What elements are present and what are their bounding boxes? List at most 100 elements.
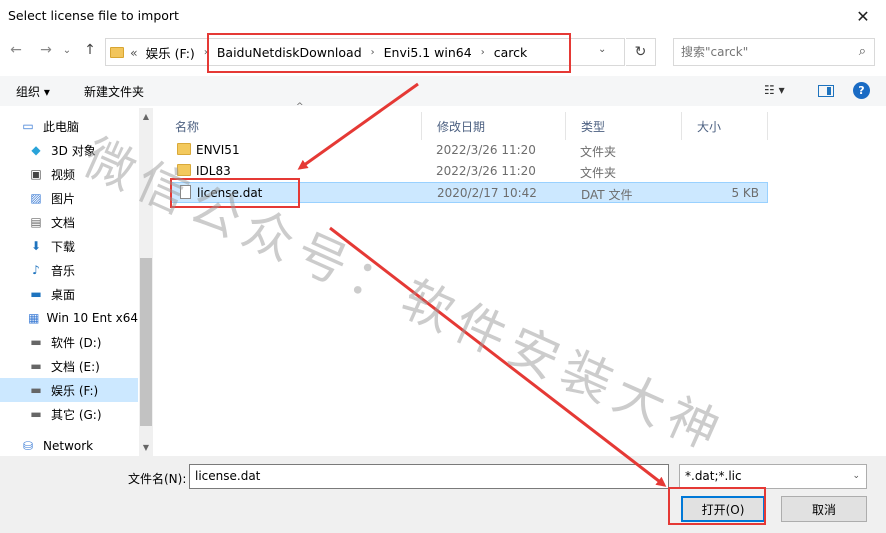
sidebar-item-label: Network <box>43 439 94 453</box>
downloads-icon: ⬇ <box>30 239 42 253</box>
column-header-name[interactable]: 名称 <box>160 112 422 140</box>
drive-g-icon: ▬ <box>30 407 42 421</box>
3d-objects-icon: ◆ <box>31 143 41 157</box>
scroll-up-icon[interactable]: ▲ <box>139 112 153 121</box>
file-row-envi51[interactable]: ENVI51 2022/3/26 11:20 文件夹 <box>171 140 768 161</box>
close-icon[interactable]: ✕ <box>840 0 886 33</box>
folder-icon <box>177 164 191 176</box>
sidebar-item-drive-d[interactable]: ▬ 软件 (D:) <box>0 330 138 354</box>
view-options-icon[interactable]: ☷ ▾ <box>764 83 785 97</box>
breadcrumb-item-0[interactable]: BaiduNetdiskDownload <box>217 45 362 60</box>
file-list-pane: ^ 名称 修改日期 类型 大小 ENVI51 2022/3/26 11:20 文… <box>160 102 886 456</box>
address-bar[interactable]: « 娱乐 (F:) › BaiduNetdiskDownload › Envi5… <box>105 38 625 66</box>
filename-label: 文件名(N): <box>128 472 187 486</box>
network-icon: ⛁ <box>22 439 34 453</box>
scrollbar-thumb[interactable] <box>140 258 152 426</box>
folder-icon <box>177 143 191 155</box>
sidebar-item-label: 软件 (D:) <box>51 335 102 350</box>
dialog-title: Select license file to import <box>8 8 179 23</box>
column-header-modified[interactable]: 修改日期 <box>422 112 566 140</box>
search-input[interactable] <box>674 39 844 65</box>
file-modified: 2020/2/17 10:42 <box>437 186 537 200</box>
sidebar-item-this-pc[interactable]: ▭ 此电脑 <box>0 114 138 138</box>
sidebar-item-label: 桌面 <box>51 287 76 302</box>
sidebar-item-music[interactable]: ♪ 音乐 <box>0 258 138 282</box>
refresh-icon[interactable]: ↻ <box>626 38 656 66</box>
dialog-footer: 文件名(N): license.dat *.dat;*.lic ⌄ 打开(O) … <box>0 456 886 533</box>
title-bar: Select license file to import ✕ <box>0 0 886 33</box>
file-modified: 2022/3/26 11:20 <box>436 164 536 178</box>
file-size: 5 KB <box>731 186 759 200</box>
file-row-idl83[interactable]: IDL83 2022/3/26 11:20 文件夹 <box>171 161 768 182</box>
column-header-label: 大小 <box>697 119 722 134</box>
sidebar-item-label: 娱乐 (F:) <box>51 383 99 398</box>
sidebar-item-label: 3D 对象 <box>51 143 96 158</box>
help-icon[interactable]: ? <box>853 82 870 99</box>
sidebar-item-3d-objects[interactable]: ◆ 3D 对象 <box>0 138 138 162</box>
scroll-down-icon[interactable]: ▼ <box>139 443 153 452</box>
new-folder-button[interactable]: 新建文件夹 <box>84 83 144 100</box>
sidebar-item-videos[interactable]: ▣ 视频 <box>0 162 138 186</box>
sidebar-item-label: Win 10 Ent x64 <box>46 311 138 325</box>
search-icon[interactable]: ⌕ <box>859 44 866 59</box>
navigation-pane: ▭ 此电脑 ◆ 3D 对象 ▣ 视频 ▨ 图片 ▤ 文档 ⬇ 下载 ♪ 音乐 ▬… <box>0 108 153 456</box>
sidebar-scrollbar[interactable]: ▲ ▼ <box>139 108 153 456</box>
filter-value: *.dat;*.lic <box>685 469 742 483</box>
folder-icon <box>110 46 124 58</box>
column-header-label: 类型 <box>581 119 606 134</box>
documents-icon: ▤ <box>30 215 42 229</box>
sidebar-item-documents[interactable]: ▤ 文档 <box>0 210 138 234</box>
column-header-label: 名称 <box>175 119 200 134</box>
up-arrow-icon[interactable]: ↑ <box>80 42 100 58</box>
address-dropdown-icon[interactable]: ⌄ <box>598 44 606 55</box>
file-type: DAT 文件 <box>581 188 633 202</box>
sidebar-item-label: 此电脑 <box>43 119 80 134</box>
sort-ascending-icon: ^ <box>296 102 304 112</box>
command-bar: 组织 ▾ 新建文件夹 ☷ ▾ ? <box>0 76 886 106</box>
filename-input[interactable]: license.dat <box>189 464 669 489</box>
column-header-size[interactable]: 大小 <box>682 112 768 140</box>
drive-c-icon: ▦ <box>28 311 40 325</box>
sidebar-item-label: 其它 (G:) <box>51 407 102 422</box>
file-type-filter-select[interactable]: *.dat;*.lic ⌄ <box>679 464 867 489</box>
sidebar-item-label: 文档 (E:) <box>51 359 100 374</box>
file-name: license.dat <box>197 186 263 200</box>
breadcrumb-item-1[interactable]: Envi5.1 win64 <box>384 45 472 60</box>
sidebar-item-drive-g[interactable]: ▬ 其它 (G:) <box>0 402 138 426</box>
file-row-license-dat[interactable]: license.dat 2020/2/17 10:42 DAT 文件 5 KB <box>171 182 768 203</box>
preview-pane-icon[interactable] <box>818 85 834 97</box>
open-button[interactable]: 打开(O) <box>681 496 765 522</box>
drive-f-icon: ▬ <box>30 383 42 397</box>
sidebar-item-pictures[interactable]: ▨ 图片 <box>0 186 138 210</box>
back-arrow-icon[interactable]: ← <box>6 42 26 58</box>
search-box[interactable]: ⌕ <box>673 38 875 66</box>
sidebar-item-drive-c[interactable]: ▦ Win 10 Ent x64 <box>0 306 138 330</box>
sidebar-item-drive-f[interactable]: ▬ 娱乐 (F:) <box>0 378 138 402</box>
file-type: 文件夹 <box>580 145 617 159</box>
breadcrumb-root[interactable]: 娱乐 (F:) <box>146 43 195 62</box>
sidebar-item-label: 音乐 <box>51 263 76 278</box>
cancel-button[interactable]: 取消 <box>781 496 867 522</box>
file-modified: 2022/3/26 11:20 <box>436 143 536 157</box>
sidebar-item-downloads[interactable]: ⬇ 下载 <box>0 234 138 258</box>
sidebar-item-label: 下载 <box>51 239 76 254</box>
sidebar-item-desktop[interactable]: ▬ 桌面 <box>0 282 138 306</box>
sidebar-item-drive-e[interactable]: ▬ 文档 (E:) <box>0 354 138 378</box>
breadcrumb-separator-icon[interactable]: › <box>204 47 208 58</box>
forward-arrow-icon[interactable]: → <box>36 42 56 58</box>
video-icon: ▣ <box>30 167 42 181</box>
file-name: ENVI51 <box>196 143 240 157</box>
file-type: 文件夹 <box>580 166 617 180</box>
recent-locations-icon[interactable]: ⌄ <box>60 45 74 56</box>
sidebar-item-label: 图片 <box>51 191 76 206</box>
sidebar-item-network[interactable]: ⛁ Network <box>0 434 138 456</box>
breadcrumb-separator-icon[interactable]: › <box>481 47 485 58</box>
drive-d-icon: ▬ <box>30 335 42 349</box>
organize-menu-button[interactable]: 组织 ▾ <box>16 83 50 100</box>
breadcrumb-item-2[interactable]: carck <box>494 45 528 60</box>
breadcrumb-separator-icon[interactable]: › <box>371 47 375 58</box>
column-header-type[interactable]: 类型 <box>566 112 682 140</box>
overflow-chevron-icon[interactable]: « <box>130 45 138 60</box>
column-header-label: 修改日期 <box>437 119 486 134</box>
pictures-icon: ▨ <box>30 191 42 205</box>
